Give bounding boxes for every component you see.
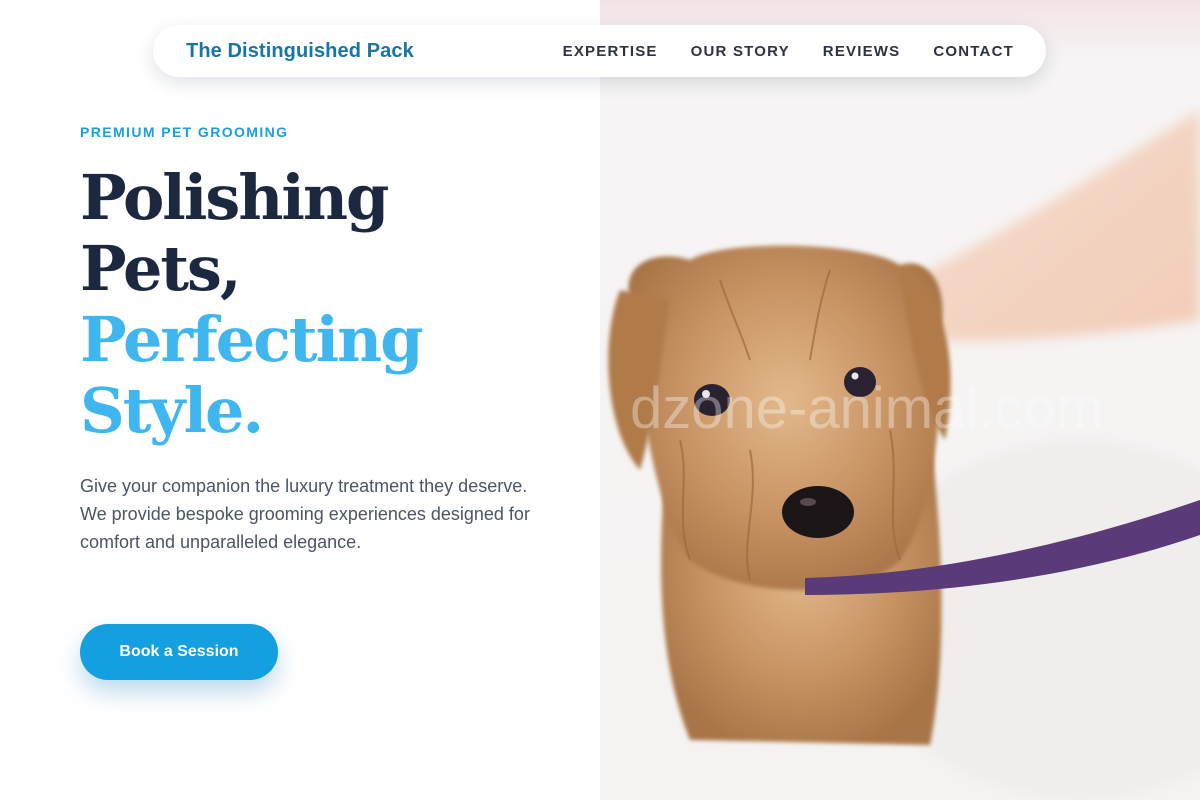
book-session-button[interactable]: Book a Session bbox=[80, 624, 278, 680]
hero-headline: Polishing Pets, Perfecting Style. bbox=[80, 161, 424, 447]
headline-line-2: Pets, bbox=[80, 232, 242, 305]
arm-shape bbox=[911, 110, 1200, 341]
headline-line-3: Perfecting bbox=[80, 303, 424, 376]
nav-link-reviews[interactable]: REVIEWS bbox=[823, 43, 901, 60]
hero-description: Give your companion the luxury treatment… bbox=[80, 476, 530, 552]
headline-line-4: Style. bbox=[80, 374, 264, 447]
wet-dog-photo: dzone-animal.com bbox=[608, 110, 1200, 800]
brand-logo[interactable]: The Distinguished Pack bbox=[186, 40, 414, 63]
hero-photo: dzone-animal.com bbox=[600, 0, 1200, 800]
top-nav: The Distinguished Pack EXPERTISE OUR STO… bbox=[153, 25, 1046, 77]
headline-line-1: Polishing bbox=[80, 161, 389, 234]
hero-eyebrow: PREMIUM PET GROOMING bbox=[80, 124, 289, 140]
nav-link-contact[interactable]: CONTACT bbox=[933, 43, 1014, 60]
nav-link-expertise[interactable]: EXPERTISE bbox=[563, 43, 658, 60]
nav-link-our-story[interactable]: OUR STORY bbox=[691, 43, 790, 60]
nav-links: EXPERTISE OUR STORY REVIEWS CONTACT bbox=[563, 43, 1014, 60]
dog-nose bbox=[782, 486, 854, 538]
photo-watermark: dzone-animal.com bbox=[630, 376, 1104, 441]
